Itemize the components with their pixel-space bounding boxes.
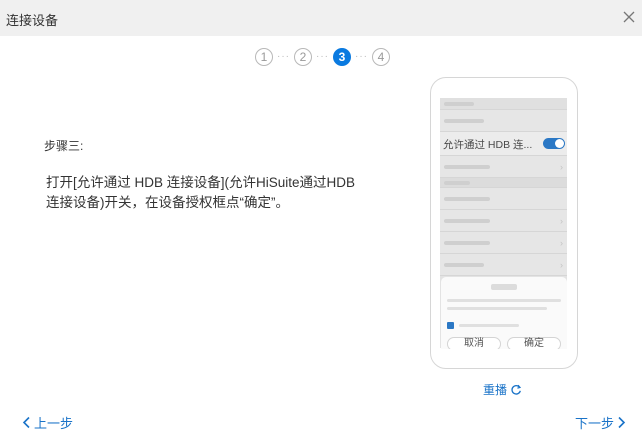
title-bar: 连接设备 <box>0 0 642 36</box>
chevron-right-icon: › <box>560 162 563 172</box>
window-title: 连接设备 <box>6 13 59 28</box>
step-separator: ··· <box>277 51 290 62</box>
instruction-text: 打开[允许通过 HDB 连接设备](允许HiSuite通过HDB连接设备)开关，… <box>46 175 356 210</box>
chevron-left-icon <box>22 416 30 429</box>
step-2: 2 <box>294 48 312 66</box>
chevron-right-icon: › <box>560 238 563 248</box>
authorization-dialog: 取消 确定 <box>441 277 567 349</box>
status-bar <box>440 98 567 110</box>
step-1: 1 <box>255 48 273 66</box>
chevron-right-icon: › <box>560 260 563 270</box>
close-icon <box>623 11 635 23</box>
hdb-setting-label: 允许通过 HDB 连... <box>443 139 533 151</box>
step-label: 步骤三: <box>44 139 84 153</box>
checkbox-icon <box>447 322 454 329</box>
step-separator: ··· <box>316 51 329 62</box>
close-button[interactable] <box>620 8 638 26</box>
settings-row: › <box>440 210 567 232</box>
chevron-right-icon <box>618 416 626 429</box>
next-step-button[interactable]: 下一步 <box>575 413 626 432</box>
section-header <box>440 178 567 188</box>
step-4: 4 <box>372 48 390 66</box>
chevron-right-icon: › <box>560 216 563 226</box>
settings-row: › <box>440 232 567 254</box>
step-separator: ··· <box>355 51 368 62</box>
step-3-active: 3 <box>333 48 351 66</box>
previous-step-label: 上一步 <box>34 416 74 431</box>
dialog-title <box>491 284 517 290</box>
refresh-icon <box>511 384 522 395</box>
hdb-setting-row: 允许通过 HDB 连... <box>440 132 567 156</box>
dialog-cancel-button: 取消 <box>447 337 501 349</box>
settings-row: › <box>440 156 567 178</box>
previous-step-button[interactable]: 上一步 <box>22 413 73 432</box>
dialog-confirm-button: 确定 <box>507 337 561 349</box>
replay-label: 重播 <box>483 383 508 397</box>
next-step-label: 下一步 <box>574 416 614 431</box>
hdb-toggle <box>543 138 565 149</box>
settings-row <box>440 188 567 210</box>
replay-button[interactable]: 重播 <box>483 381 522 398</box>
step-indicator: 1 ··· 2 ··· 3 ··· 4 <box>255 47 390 67</box>
settings-row: › <box>440 254 567 276</box>
settings-row <box>440 110 567 132</box>
